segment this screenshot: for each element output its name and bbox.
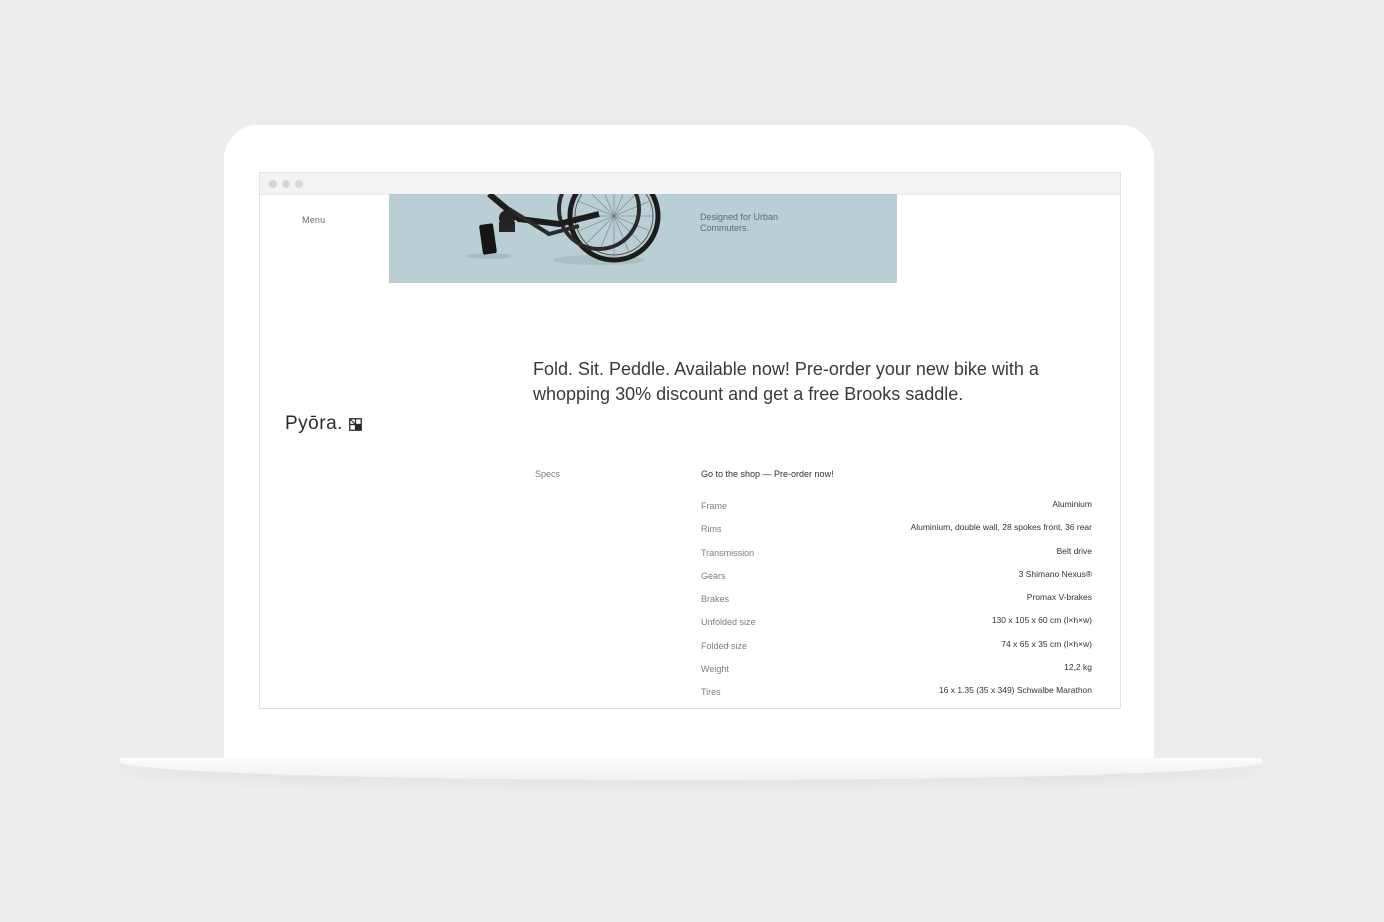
- specs-section-label: Specs: [535, 469, 561, 479]
- hero-banner: Designed for Urban Commuters.: [389, 194, 897, 283]
- spec-value: 16 x 1.35 (35 x 349) Schwalbe Marathon: [938, 685, 1092, 696]
- brand-logo[interactable]: Pyōra.: [285, 413, 362, 435]
- spec-value: 130 x 105 x 60 cm (l×h×w): [991, 615, 1092, 626]
- spec-value: Aluminium, double wall, 28 spokes front,…: [910, 522, 1092, 533]
- spec-key: Tires: [701, 687, 721, 698]
- folding-bike-image: [467, 194, 661, 265]
- spec-row: Weight 12,2 kg: [701, 658, 1092, 681]
- spec-row: Brakes Promax V-brakes: [701, 588, 1092, 611]
- spec-row: Frame Aluminium: [701, 495, 1092, 518]
- spec-value: 74 x 65 x 35 cm (l×h×w): [1001, 638, 1092, 649]
- browser-titlebar: [260, 173, 1120, 195]
- spec-key: Weight: [701, 664, 729, 675]
- spec-key: Transmission: [701, 547, 755, 558]
- browser-window: Menu Designed for Urban Commuters. Fold.…: [259, 172, 1121, 709]
- specs-table: Frame Aluminium Rims Aluminium, double wall…: [701, 495, 1092, 705]
- spec-key: Folded size: [701, 640, 748, 651]
- spec-key: Frame: [701, 501, 728, 511]
- spec-row: Transmission Belt drive: [701, 542, 1092, 565]
- spec-row: Folded size 74 x 65 x 35 cm (l×h×w): [701, 635, 1092, 658]
- spec-value: Belt drive: [1056, 545, 1092, 556]
- spec-row: Tires 16 x 1.35 (35 x 349) Schwalbe Marat…: [701, 681, 1092, 704]
- spec-key: Unfolded size: [701, 617, 756, 628]
- brand-name: Pyōra.: [285, 413, 343, 434]
- square-grid-logo-icon: [349, 417, 362, 431]
- spec-value: Promax V-brakes: [1026, 592, 1092, 603]
- shop-preorder-link[interactable]: Go to the shop — Pre-order now!: [701, 469, 834, 479]
- spec-key: Gears: [701, 570, 726, 581]
- spec-row: Gears 3 Shimano Nexus®: [701, 565, 1092, 588]
- spec-row: Rims Aluminium, double wall, 28 spokes fr…: [701, 518, 1092, 541]
- spec-key: Rims: [701, 524, 722, 535]
- window-close-dot[interactable]: [269, 180, 277, 188]
- hero-caption: Designed for Urban Commuters.: [700, 212, 779, 233]
- spec-value: Aluminium: [1052, 499, 1092, 509]
- window-minimize-dot[interactable]: [282, 180, 290, 188]
- spec-row: Unfolded size 130 x 105 x 60 cm (l×h×w): [701, 611, 1092, 634]
- menu-link[interactable]: Menu: [302, 215, 325, 225]
- page-headline: Fold. Sit. Peddle. Available now! Pre-or…: [533, 359, 1039, 404]
- spec-value: 3 Shimano Nexus®: [1018, 568, 1092, 579]
- laptop-base: [120, 758, 1262, 780]
- window-maximize-dot[interactable]: [295, 180, 303, 188]
- spec-key: Brakes: [701, 594, 730, 605]
- spec-value: 12,2 kg: [1064, 662, 1092, 673]
